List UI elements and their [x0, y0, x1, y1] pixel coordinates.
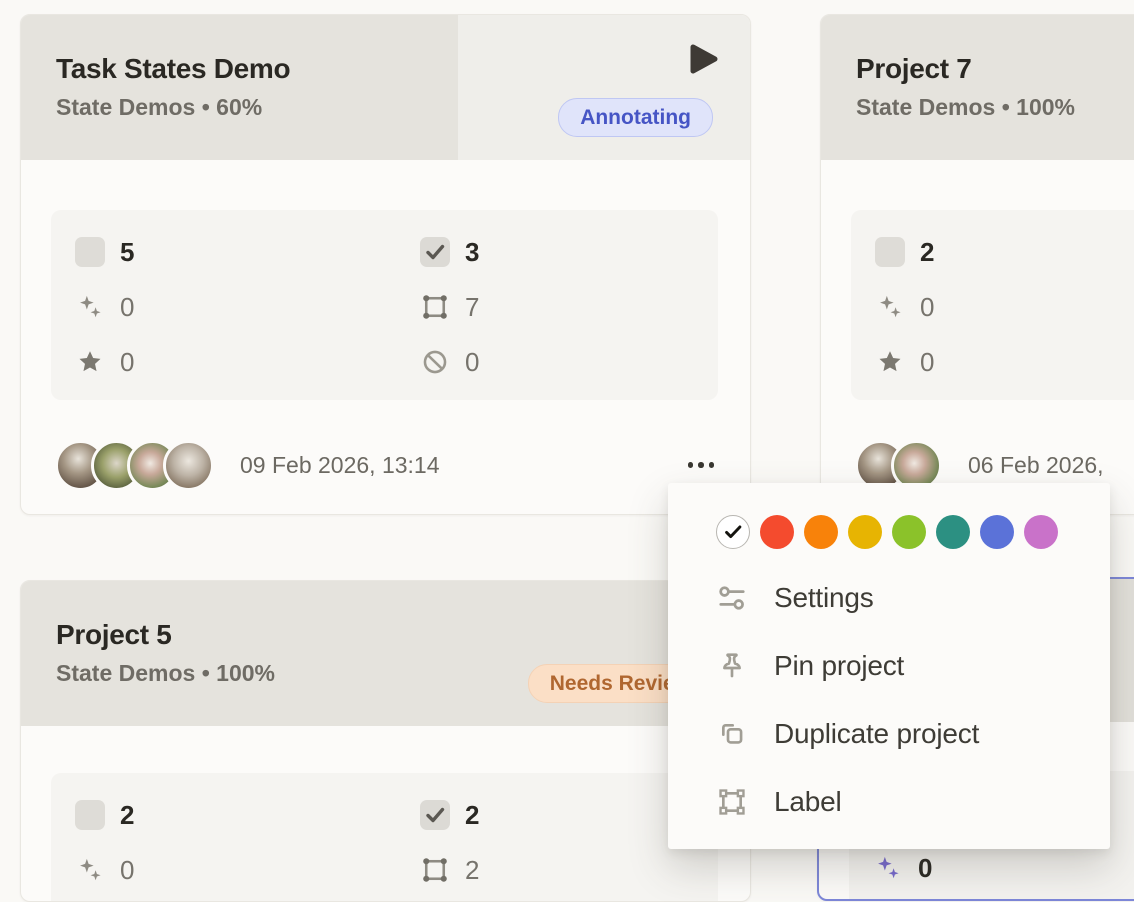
card-header: Task States Demo State Demos • 60% Annot…: [21, 15, 750, 160]
stat-predictions: 0: [75, 291, 420, 323]
stat-tasks: 2: [875, 236, 1134, 268]
swatch-orange[interactable]: [804, 515, 838, 549]
sparkles-icon: [75, 292, 105, 322]
card-header-text: Project 7 State Demos • 100%: [856, 53, 1075, 121]
bounding-box-icon: [420, 292, 450, 322]
stat-labeled: 7: [420, 291, 718, 323]
project-title: Task States Demo: [56, 53, 290, 85]
stats-box: 5 3 0 7 0: [51, 210, 718, 400]
stats-box: 2 0 0: [851, 210, 1134, 400]
project-title: Project 7: [856, 53, 1075, 85]
menu-item-label[interactable]: Label: [668, 768, 1110, 836]
swatch-magenta[interactable]: [1024, 515, 1058, 549]
avatar: [163, 440, 214, 491]
star-icon: [875, 347, 905, 377]
more-options-button[interactable]: [686, 456, 717, 474]
project-subtitle: State Demos • 60%: [56, 94, 290, 121]
square-icon: [75, 237, 105, 267]
card-header-text: Task States Demo State Demos • 60%: [56, 53, 290, 121]
menu-item-label: Pin project: [774, 650, 904, 682]
color-swatches: [668, 483, 1110, 549]
project-card-task-states-demo[interactable]: Task States Demo State Demos • 60% Annot…: [20, 14, 751, 515]
menu-item-text: Label: [774, 786, 842, 818]
label-icon: [716, 786, 748, 818]
stat-completed: 3: [420, 236, 718, 268]
project-card-project-7[interactable]: Project 7 State Demos • 100% 2 0 0 06 Fe…: [820, 14, 1134, 515]
star-icon: [75, 347, 105, 377]
context-menu-items: Settings Pin project Duplicate project: [668, 564, 1110, 836]
duplicate-icon: [716, 718, 748, 750]
stat-predictions: 0: [75, 854, 420, 886]
menu-item-settings[interactable]: Settings: [668, 564, 1110, 632]
check-square-icon: [420, 237, 450, 267]
menu-item-label: Settings: [774, 582, 874, 614]
ellipsis-dot: [698, 462, 704, 468]
swatch-yellow[interactable]: [848, 515, 882, 549]
member-avatars: [55, 440, 214, 491]
swatch-default[interactable]: [716, 515, 750, 549]
card-header: Project 5 State Demos • 100% Needs Revie…: [21, 581, 750, 726]
stats-box: 2 2 0 2: [51, 773, 718, 902]
settings-icon: [716, 582, 748, 614]
square-icon: [875, 237, 905, 267]
prohibit-icon: [420, 347, 450, 377]
project-title: Project 5: [56, 619, 275, 651]
stat-predictions: 0: [873, 852, 1134, 884]
menu-item-duplicate-project[interactable]: Duplicate project: [668, 700, 1110, 768]
stat-predictions: 0: [875, 291, 1134, 323]
ellipsis-dot: [688, 462, 694, 468]
ellipsis-dot: [709, 462, 715, 468]
play-button[interactable]: [686, 42, 720, 76]
last-updated-date: 06 Feb 2026,: [968, 452, 1104, 479]
swatch-red[interactable]: [760, 515, 794, 549]
card-header-text: Project 5 State Demos • 100%: [56, 619, 275, 687]
check-icon: [722, 521, 744, 543]
swatch-green[interactable]: [892, 515, 926, 549]
card-footer: 09 Feb 2026, 13:14: [55, 433, 716, 497]
card-header: Project 7 State Demos • 100%: [821, 15, 1134, 160]
stat-labeled: 2: [420, 854, 718, 886]
sparkles-icon: [873, 853, 903, 883]
stat-starred: 0: [875, 346, 1134, 378]
stat-tasks: 5: [75, 236, 420, 268]
swatch-teal[interactable]: [936, 515, 970, 549]
pin-icon: [716, 650, 748, 682]
project-subtitle: State Demos • 100%: [56, 660, 275, 687]
swatch-blue[interactable]: [980, 515, 1014, 549]
stat-skipped: 0: [420, 346, 718, 378]
play-icon: [686, 42, 720, 76]
project-context-menu: Settings Pin project Duplicate project: [668, 483, 1110, 849]
menu-item-pin-project[interactable]: Pin project: [668, 632, 1110, 700]
check-square-icon: [420, 800, 450, 830]
last-updated-date: 09 Feb 2026, 13:14: [240, 452, 440, 479]
menu-item-label: Duplicate project: [774, 718, 979, 750]
project-subtitle: State Demos • 100%: [856, 94, 1075, 121]
stat-tasks: 2: [75, 799, 420, 831]
status-badge: Annotating: [558, 98, 713, 137]
project-card-project-5[interactable]: Project 5 State Demos • 100% Needs Revie…: [20, 580, 751, 902]
stat-starred: 0: [75, 346, 420, 378]
sparkles-icon: [875, 292, 905, 322]
square-icon: [75, 800, 105, 830]
